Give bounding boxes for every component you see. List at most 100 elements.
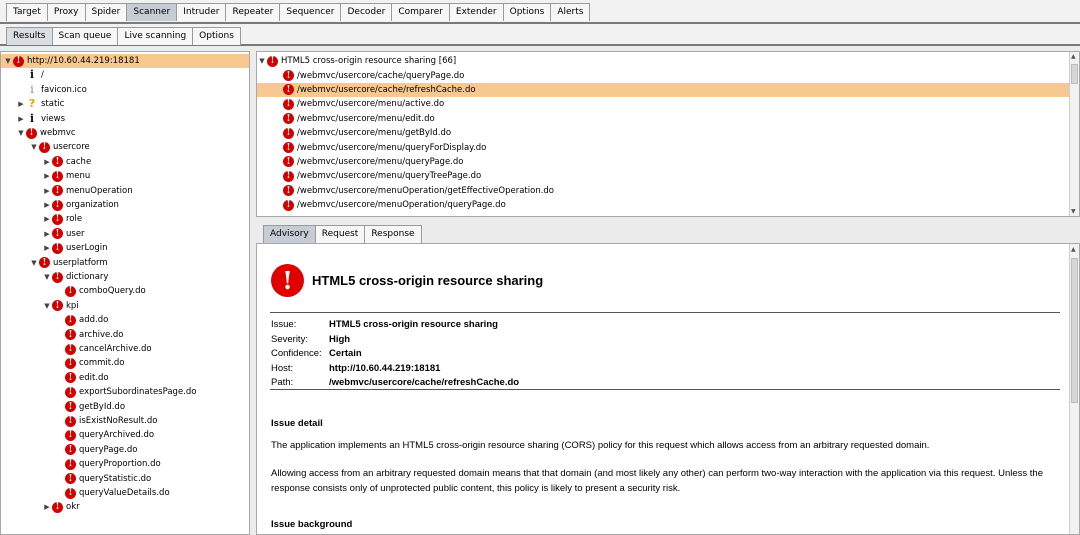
tree-node-label: exportSubordinatesPage.do	[79, 387, 197, 398]
issue-item-row[interactable]: !/webmvc/usercore/menu/edit.do	[257, 112, 1069, 126]
tab-sequencer[interactable]: Sequencer	[279, 3, 342, 21]
issue-item-label: /webmvc/usercore/menuOperation/getEffect…	[297, 185, 555, 196]
tree-node[interactable]: ! isExistNoResult.do	[55, 414, 157, 428]
tab-target[interactable]: Target	[6, 3, 48, 21]
expand-arrow-icon[interactable]: ▶	[42, 212, 52, 226]
expand-arrow-icon[interactable]: ▶	[42, 241, 52, 255]
tab-scanner[interactable]: Scanner	[126, 3, 178, 21]
issue-item-row[interactable]: !/webmvc/usercore/menu/getById.do	[257, 126, 1069, 140]
tree-node[interactable]: ▼! dictionary	[42, 270, 108, 284]
tree-node[interactable]: ▶? static	[16, 97, 64, 111]
collapse-arrow-icon[interactable]: ▼	[42, 270, 52, 284]
tree-node[interactable]: ! queryProportion.do	[55, 457, 161, 471]
tree-node[interactable]: ! getById.do	[55, 400, 125, 414]
tree-node[interactable]: ▼! usercore	[29, 140, 90, 154]
tree-node[interactable]: ▼! userplatform	[29, 256, 108, 270]
scroll-thumb[interactable]	[1071, 258, 1078, 403]
tree-node-label: usercore	[53, 142, 90, 153]
issue-item-row[interactable]: !/webmvc/usercore/cache/queryPage.do	[257, 68, 1069, 82]
tree-node[interactable]: ▶! userLogin	[42, 241, 107, 255]
expand-arrow-icon[interactable]: ▶	[16, 112, 26, 126]
tree-node[interactable]: ! queryValueDetails.do	[55, 486, 170, 500]
tree-node[interactable]: ! exportSubordinatesPage.do	[55, 385, 196, 399]
tree-node[interactable]: ! archive.do	[55, 328, 124, 342]
tab-intruder[interactable]: Intruder	[176, 3, 227, 21]
tree-node-label: queryPage.do	[79, 444, 138, 455]
collapse-arrow-icon[interactable]: ▼	[29, 256, 39, 270]
tree-node[interactable]: ! queryPage.do	[55, 443, 137, 457]
tab-alerts[interactable]: Alerts	[550, 3, 591, 21]
tree-node[interactable]: ! cancelArchive.do	[55, 342, 152, 356]
tree-node[interactable]: ▶! user	[42, 227, 85, 241]
scroll-up-icon[interactable]: ▲	[1071, 53, 1076, 60]
tree-node[interactable]: ! comboQuery.do	[55, 284, 146, 298]
issue-list-scrollbar[interactable]: ▲ ▼	[1069, 52, 1079, 216]
tab-repeater[interactable]: Repeater	[225, 3, 281, 21]
tree-node[interactable]: ▶! organization	[42, 198, 119, 212]
tree-node[interactable]: ▶! menuOperation	[42, 184, 133, 198]
issue-item-row[interactable]: !/webmvc/usercore/menu/queryPage.do	[257, 155, 1069, 169]
tree-node-label: isExistNoResult.do	[79, 416, 158, 426]
red-alert-icon: !	[283, 185, 294, 197]
tab-comparer[interactable]: Comparer	[391, 3, 450, 21]
tree-node[interactable]: ▶! okr	[42, 500, 80, 514]
issue-item-row[interactable]: !/webmvc/usercore/menu/queryTreePage.do	[257, 169, 1069, 183]
collapse-arrow-icon[interactable]: ▼	[29, 140, 39, 154]
tree-node[interactable]: ▶ i views	[16, 112, 65, 126]
tree-node[interactable]: ! queryStatistic.do	[55, 472, 151, 486]
tree-node[interactable]: ! edit.do	[55, 371, 109, 385]
horizontal-splitter[interactable]	[256, 217, 1080, 223]
expand-arrow-icon[interactable]: ▶	[42, 169, 52, 183]
subtab-options[interactable]: Options	[192, 27, 241, 45]
tree-node[interactable]: ! queryArchived.do	[55, 428, 154, 442]
field-value: HTML5 cross-origin resource sharing	[329, 319, 498, 330]
issue-item-row[interactable]: !/webmvc/usercore/cache/refreshCache.do	[257, 82, 1069, 98]
expand-arrow-icon[interactable]: ▶	[16, 97, 26, 111]
scroll-thumb[interactable]	[1071, 64, 1078, 84]
issue-item-row[interactable]: !/webmvc/usercore/menu/queryForDisplay.d…	[257, 140, 1069, 154]
tab-advisory[interactable]: Advisory	[263, 225, 316, 243]
expand-arrow-icon[interactable]: ▶	[42, 198, 52, 212]
expand-arrow-icon[interactable]: ▶	[42, 500, 52, 514]
subtab-scan-queue[interactable]: Scan queue	[51, 27, 119, 45]
tree-node[interactable]: i favicon.ico	[16, 83, 87, 97]
expand-arrow-icon[interactable]: ▶	[42, 155, 52, 169]
issue-item-row[interactable]: !/webmvc/usercore/menuOperation/queryPag…	[257, 198, 1069, 212]
issue-item-label: /webmvc/usercore/menu/queryPage.do	[297, 156, 464, 167]
red-alert-icon: !	[65, 343, 76, 355]
tree-node[interactable]: ▼! kpi	[42, 299, 79, 313]
tree-node[interactable]: ! commit.do	[55, 356, 124, 370]
tab-options[interactable]: Options	[502, 3, 552, 21]
scroll-up-icon[interactable]: ▲	[1071, 246, 1076, 253]
advisory-scrollbar[interactable]: ▲	[1069, 244, 1079, 534]
collapse-arrow-icon[interactable]: ▼	[3, 54, 13, 68]
collapse-arrow-icon[interactable]: ▼	[42, 299, 52, 313]
tree-node[interactable]: ! add.do	[55, 313, 108, 327]
subtab-live-scanning[interactable]: Live scanning	[117, 27, 194, 45]
collapse-arrow-icon[interactable]: ▼	[257, 54, 267, 68]
site-tree-panel[interactable]: ▼! http://10.60.44.219:18181 i / i favicon.ic…	[0, 51, 250, 535]
expand-arrow-icon[interactable]: ▶	[42, 184, 52, 198]
tree-node[interactable]: ▶! role	[42, 212, 82, 226]
issue-list-panel[interactable]: ▼ ! HTML5 cross-origin resource sharing …	[256, 51, 1080, 217]
tab-spider[interactable]: Spider	[84, 3, 128, 21]
tab-extender[interactable]: Extender	[448, 3, 504, 21]
tree-node[interactable]: ▶! menu	[42, 169, 90, 183]
subtab-results[interactable]: Results	[6, 27, 53, 45]
tab-response[interactable]: Response	[364, 225, 422, 243]
tree-node[interactable]: i /	[16, 68, 44, 82]
tab-decoder[interactable]: Decoder	[340, 3, 393, 21]
issue-detail-paragraph: The application implements an HTML5 cros…	[271, 440, 930, 451]
scroll-down-icon[interactable]: ▼	[1071, 208, 1076, 215]
tree-node[interactable]: ▼! http://10.60.44.219:18181	[1, 54, 249, 68]
tree-node[interactable]: ▼! webmvc	[16, 126, 76, 140]
tree-node[interactable]: ▶! cache	[42, 155, 91, 169]
tab-proxy[interactable]: Proxy	[46, 3, 86, 21]
issue-item-row[interactable]: !/webmvc/usercore/menuOperation/getEffec…	[257, 184, 1069, 198]
issue-item-row[interactable]: !/webmvc/usercore/menu/active.do	[257, 97, 1069, 111]
collapse-arrow-icon[interactable]: ▼	[16, 126, 26, 140]
expand-arrow-icon[interactable]: ▶	[42, 227, 52, 241]
issue-detail-paragraph: Allowing access from an arbitrary reques…	[271, 468, 1043, 494]
issue-group-row[interactable]: ▼ ! HTML5 cross-origin resource sharing …	[257, 54, 1069, 68]
tab-request[interactable]: Request	[314, 225, 366, 243]
